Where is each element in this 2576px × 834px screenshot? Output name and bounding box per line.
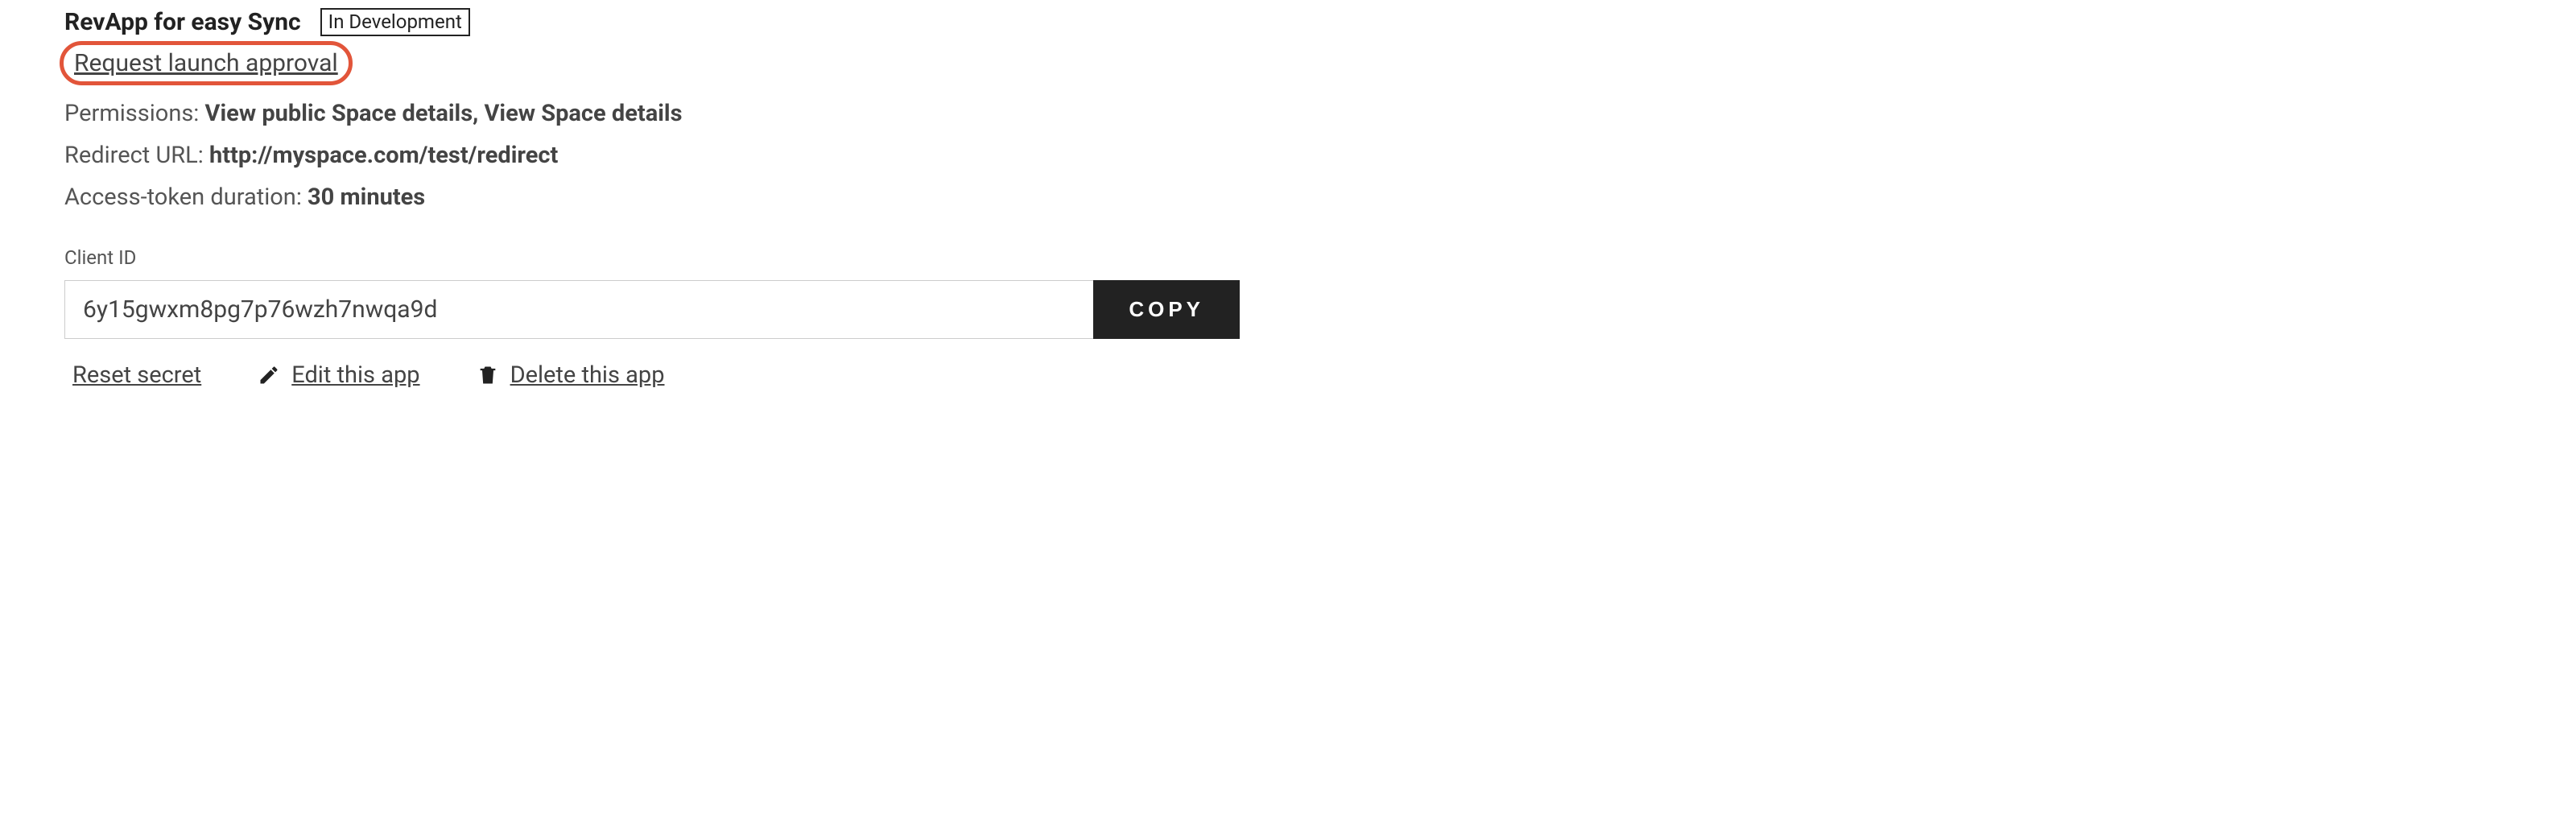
token-value: 30 minutes: [308, 184, 425, 211]
request-launch-link[interactable]: Request launch approval: [74, 49, 338, 77]
pencil-icon: [258, 364, 280, 386]
delete-app-action[interactable]: Delete this app: [477, 361, 665, 389]
edit-app-action[interactable]: Edit this app: [258, 361, 419, 389]
reset-secret-action[interactable]: Reset secret: [72, 361, 201, 389]
request-launch-wrap: Request launch approval: [64, 46, 348, 81]
trash-icon: [477, 364, 499, 386]
copy-button[interactable]: COPY: [1093, 280, 1240, 339]
reset-secret-link: Reset secret: [72, 361, 201, 389]
app-title: RevApp for easy Sync: [64, 8, 301, 36]
redirect-value: http://myspace.com/test/redirect: [209, 142, 558, 169]
permissions-row: Permissions: View public Space details, …: [64, 100, 1240, 127]
redirect-label: Redirect URL:: [64, 142, 204, 169]
token-label: Access-token duration:: [64, 184, 302, 211]
permissions-label: Permissions:: [64, 100, 199, 127]
delete-app-link: Delete this app: [510, 361, 665, 389]
actions-row: Reset secret Edit this app Delete this a…: [72, 361, 1240, 389]
edit-app-link: Edit this app: [291, 361, 419, 389]
client-id-input[interactable]: [64, 280, 1093, 339]
client-id-row: COPY: [64, 280, 1240, 339]
permissions-value: View public Space details, View Space de…: [205, 100, 683, 127]
app-header: RevApp for easy Sync In Development: [64, 8, 1240, 36]
status-badge: In Development: [320, 8, 470, 36]
redirect-row: Redirect URL: http://myspace.com/test/re…: [64, 142, 1240, 169]
client-id-label: Client ID: [64, 246, 1240, 269]
token-row: Access-token duration: 30 minutes: [64, 184, 1240, 211]
